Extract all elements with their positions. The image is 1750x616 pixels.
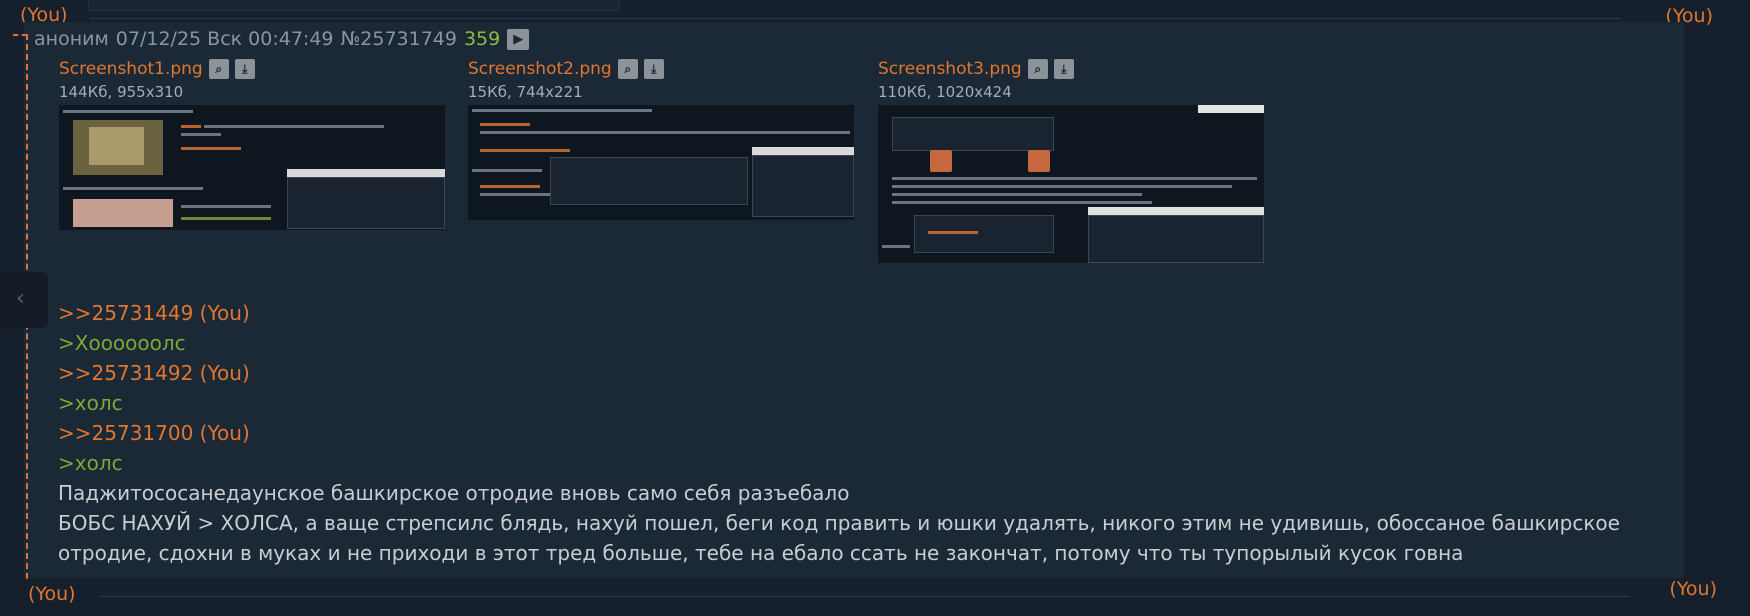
file-thumbnail-2[interactable] xyxy=(468,105,854,220)
bottom-divider xyxy=(100,596,1630,597)
sidebar-toggle[interactable]: ‹ xyxy=(0,272,48,328)
file-name-link[interactable]: Screenshot3.png xyxy=(878,59,1022,79)
greentext-line: >холс xyxy=(58,451,123,475)
reply-link[interactable]: >>25731700 xyxy=(58,421,193,445)
reply-thread-line-top xyxy=(13,34,27,36)
top-divider xyxy=(90,18,1620,19)
file-attachment-1: Screenshot1.png ⌕ ⤓ 144Кб, 955x310 xyxy=(59,59,445,230)
download-icon[interactable]: ⤓ xyxy=(643,59,664,79)
previous-post-edge xyxy=(88,0,620,11)
post-date: 07/12/25 Вск 00:47:49 xyxy=(115,28,334,50)
post-number[interactable]: №25731749 xyxy=(341,28,457,50)
file-meta: 15Кб, 744x221 xyxy=(468,83,583,101)
post-body: >>25731449 (You) >Хоооооолс >>25731492 (… xyxy=(58,298,1658,568)
chevron-left-icon: ‹ xyxy=(16,286,25,311)
reply-link[interactable]: >>25731449 xyxy=(58,301,193,325)
file-thumbnail-3[interactable] xyxy=(878,105,1264,263)
file-attachment-3: Screenshot3.png ⌕ ⤓ 110Кб, 1020x424 xyxy=(878,59,1264,263)
you-marker: (You) xyxy=(199,361,250,385)
you-marker: (You) xyxy=(199,421,250,445)
post-header: аноним 07/12/25 Вск 00:47:49 №25731749 3… xyxy=(34,28,530,50)
file-attachment-2: Screenshot2.png ⌕ ⤓ 15Кб, 744x221 xyxy=(468,59,854,220)
play-icon[interactable]: ▶ xyxy=(507,28,530,50)
file-thumbnail-1[interactable] xyxy=(59,105,445,230)
download-icon[interactable]: ⤓ xyxy=(1053,59,1074,79)
post-text-line: Паджитососанедаунское башкирское отродие… xyxy=(58,481,850,505)
search-icon[interactable]: ⌕ xyxy=(208,59,229,79)
you-marker-bottom-left: (You) xyxy=(28,583,76,605)
file-name-link[interactable]: Screenshot1.png xyxy=(59,59,203,79)
post-author: аноним xyxy=(34,28,109,50)
you-marker-bottom-right: (You) xyxy=(1669,578,1717,600)
file-meta: 110Кб, 1020x424 xyxy=(878,83,1012,101)
search-icon[interactable]: ⌕ xyxy=(617,59,638,79)
you-marker: (You) xyxy=(199,301,250,325)
search-icon[interactable]: ⌕ xyxy=(1027,59,1048,79)
file-name-link[interactable]: Screenshot2.png xyxy=(468,59,612,79)
download-icon[interactable]: ⤓ xyxy=(234,59,255,79)
greentext-line: >Хоооооолс xyxy=(58,331,186,355)
reply-link[interactable]: >>25731492 xyxy=(58,361,193,385)
greentext-line: >холс xyxy=(58,391,123,415)
post-text-paragraph: БОБС НАХУЙ > ХОЛСА, а ваще стрепсилс бля… xyxy=(58,511,1620,565)
file-meta: 144Кб, 955x310 xyxy=(59,83,184,101)
post-reply-count[interactable]: 359 xyxy=(464,28,500,50)
